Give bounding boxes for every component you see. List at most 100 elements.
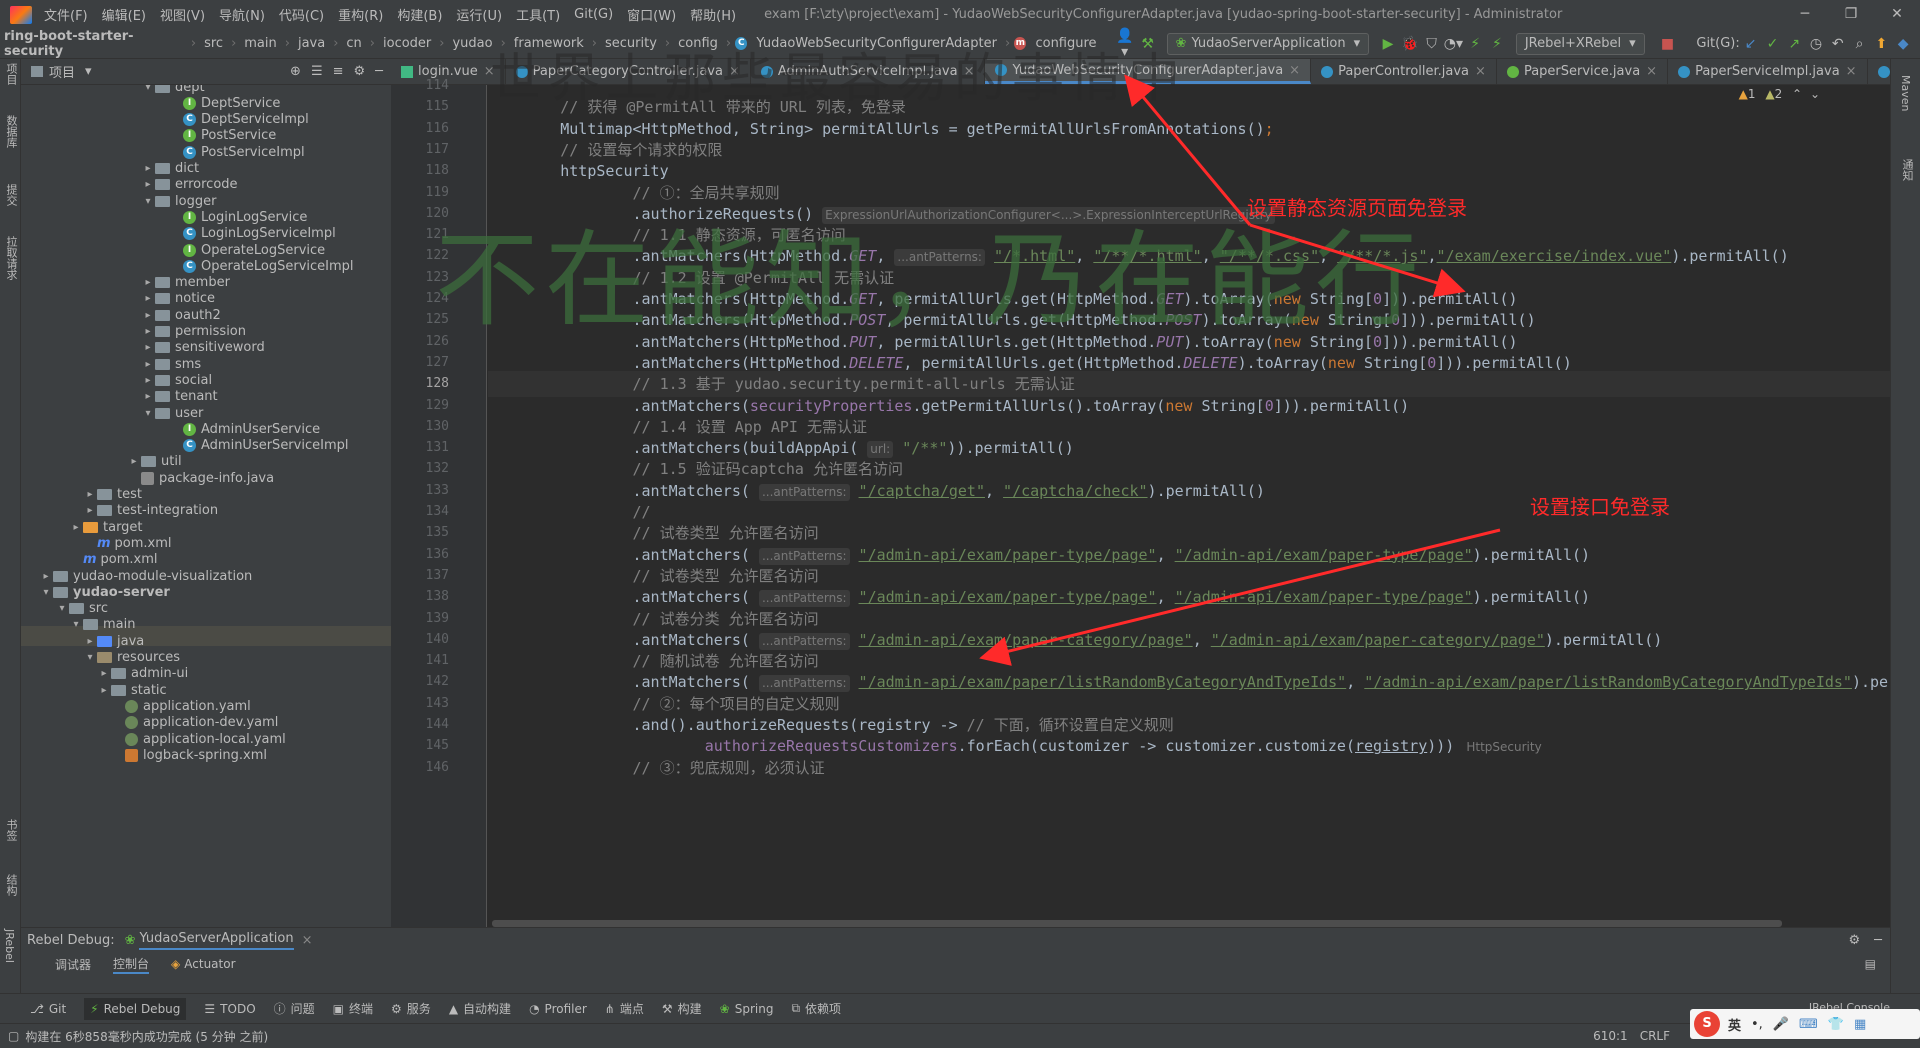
chevron-right-icon[interactable]: ▸ — [83, 636, 97, 647]
close-icon[interactable]: × — [1289, 63, 1300, 78]
expand-all-icon[interactable]: ≡ — [333, 64, 344, 79]
stop-icon[interactable]: ■ — [1657, 36, 1679, 52]
close-icon[interactable]: × — [1646, 64, 1657, 79]
chevron-right-icon[interactable]: ▸ — [141, 391, 155, 402]
tool-window-button[interactable]: ⋔ 端点 — [605, 1000, 644, 1017]
chevron-down-icon[interactable]: ▾ — [55, 603, 69, 614]
maven-tool-label[interactable]: Maven — [1899, 75, 1912, 111]
chevron-right-icon[interactable]: ▸ — [97, 668, 111, 679]
menu-item[interactable]: 视图(V) — [160, 5, 205, 24]
chevron-right-icon[interactable]: ▸ — [39, 571, 53, 582]
tool-window-button[interactable]: ⓘ 问题 — [274, 1000, 315, 1017]
chevron-right-icon[interactable]: ▸ — [141, 359, 155, 370]
punctuation-icon[interactable]: •, — [1751, 1017, 1763, 1032]
git-push-icon[interactable]: ↗ — [1783, 36, 1805, 52]
skin-icon[interactable]: 👕 — [1828, 1017, 1844, 1032]
hide-icon[interactable]: ─ — [1874, 933, 1882, 948]
run-config-selector[interactable]: ❀ YudaoServerApplication ▾ — [1166, 32, 1370, 55]
menu-item[interactable]: 运行(U) — [456, 5, 502, 24]
chevron-down-icon[interactable]: ▾ — [141, 196, 155, 207]
breadcrumb-item[interactable]: framework — [510, 36, 588, 51]
chevron-up-icon[interactable]: ⌃ — [1792, 87, 1802, 101]
chevron-right-icon[interactable]: ▸ — [83, 505, 97, 516]
chevron-right-icon[interactable]: ▸ — [141, 310, 155, 321]
close-icon[interactable]: ✕ — [1874, 0, 1920, 29]
maximize-icon[interactable]: ❐ — [1828, 0, 1874, 29]
collapse-all-icon[interactable]: ☰ — [311, 64, 323, 79]
tool-window-button[interactable]: ◔ Profiler — [529, 1002, 587, 1016]
jrebel-run-icon[interactable]: ⚡ — [1464, 36, 1486, 52]
tool-window-button[interactable]: ⚙ 服务 — [391, 1000, 431, 1017]
update-icon[interactable]: ⬆ — [1870, 36, 1892, 52]
close-icon[interactable]: × — [484, 64, 495, 79]
chevron-down-icon[interactable]: ▾ — [83, 652, 97, 663]
search-icon[interactable]: ⌕ — [1849, 36, 1871, 52]
breadcrumb-item[interactable]: iocoder — [379, 36, 435, 51]
tool-window-button[interactable]: ☰ TODO — [204, 1002, 255, 1016]
keyboard-icon[interactable]: ⌨ — [1799, 1017, 1818, 1032]
chevron-down-icon[interactable]: ▾ — [141, 85, 155, 93]
close-icon[interactable]: × — [1846, 64, 1857, 79]
menu-item[interactable]: 代码(C) — [279, 5, 324, 24]
user-icon[interactable]: 👤▾ — [1113, 28, 1137, 60]
menu-item[interactable]: 帮助(H) — [690, 5, 736, 24]
menu-item[interactable]: 文件(F) — [44, 5, 88, 24]
chevron-right-icon[interactable]: ▸ — [141, 375, 155, 386]
tool-window-button[interactable]: ⚒ 构建 — [662, 1000, 702, 1017]
breadcrumb-item[interactable]: config — [674, 36, 722, 51]
chevron-right-icon[interactable]: ▸ — [83, 489, 97, 500]
chevron-right-icon[interactable]: ▸ — [141, 326, 155, 337]
ime-mode[interactable]: 英 — [1728, 1015, 1741, 1034]
tree-item[interactable]: logback-spring.xml — [111, 745, 267, 765]
jrebel-tool-label[interactable]: JRebel — [3, 929, 16, 963]
status-message[interactable]: 构建在 6秒858毫秒内成功完成 (5 分钟 之前) — [25, 1028, 268, 1045]
tab-actuator[interactable]: Actuator — [184, 957, 235, 971]
database-tool-label[interactable]: 数据库 — [3, 115, 19, 148]
tool-window-button[interactable]: ▣ 终端 — [333, 1000, 373, 1017]
breadcrumb-item[interactable]: security — [601, 36, 661, 51]
layout-icon[interactable]: ▤ — [1865, 957, 1876, 971]
chevron-right-icon[interactable]: ▸ — [141, 277, 155, 288]
chevron-down-icon[interactable]: ▾ — [69, 619, 83, 630]
rollback-icon[interactable]: ↶ — [1827, 36, 1849, 52]
breadcrumb-item[interactable]: YudaoWebSecurityConfigurerAdapter — [752, 36, 1001, 51]
hammer-icon[interactable]: ⚒ — [1137, 36, 1159, 52]
editor-tab[interactable]: AdminAuthServiceImpl.java × — [751, 59, 986, 84]
gear-icon[interactable]: ⚙ — [1849, 933, 1861, 948]
git-update-icon[interactable]: ↙ — [1740, 36, 1762, 52]
menu-item[interactable]: 窗口(W) — [627, 5, 676, 24]
coverage-icon[interactable]: ⛉ — [1421, 36, 1443, 52]
inspection-widget[interactable]: ▲1 ▲2 ⌃ ⌄ — [1739, 87, 1820, 101]
gear-icon[interactable]: ⚙ — [354, 64, 366, 79]
debug-icon[interactable]: 🐞 — [1399, 36, 1421, 52]
tools-icon[interactable]: ▦ — [1854, 1017, 1866, 1032]
chevron-right-icon[interactable]: ▸ — [97, 685, 111, 696]
locate-icon[interactable]: ⊕ — [290, 64, 301, 79]
editor-tab[interactable]: PaperService.java × — [1497, 59, 1669, 84]
breadcrumb-item[interactable]: configure — [1031, 36, 1100, 51]
editor-tab[interactable]: YudaoWebSecurityConfigurerAdapter.java × — [985, 59, 1312, 84]
chevron-right-icon[interactable]: ▸ — [141, 179, 155, 190]
cursor-position[interactable]: 610:1 — [1593, 1029, 1628, 1043]
menu-item[interactable]: Git(G) — [574, 7, 613, 22]
commit-tool-label[interactable]: 提交 — [3, 184, 19, 206]
chevron-right-icon[interactable]: ▸ — [141, 342, 155, 353]
tree-item[interactable]: C AdminUserServiceImpl — [169, 436, 348, 456]
chevron-down-icon[interactable]: ▾ — [85, 64, 92, 79]
chevron-right-icon[interactable]: ▸ — [127, 456, 141, 467]
horizontal-scrollbar[interactable] — [492, 920, 1782, 927]
notifications-tool-label[interactable]: 通知 — [1899, 159, 1915, 181]
tab-debugger[interactable]: 调试器 — [55, 956, 91, 973]
menu-item[interactable]: 重构(R) — [338, 5, 383, 24]
jrebel-selector[interactable]: JRebel+XRebel ▾ — [1515, 32, 1645, 55]
close-icon[interactable]: × — [964, 64, 975, 79]
chevron-right-icon[interactable]: ▸ — [141, 293, 155, 304]
breadcrumb-item[interactable]: java — [294, 36, 329, 51]
project-tool-label[interactable]: 项目 — [3, 63, 19, 85]
tool-window-button[interactable]: ⧉ 依赖项 — [791, 1000, 841, 1017]
breadcrumb-item[interactable]: ring-boot-starter-security — [0, 29, 187, 59]
minimize-icon[interactable]: ─ — [1782, 0, 1828, 29]
breadcrumb-item[interactable]: yudao — [448, 36, 496, 51]
editor-tab[interactable]: PaperCategoryController.java × — [506, 59, 751, 84]
code-editor[interactable]: // 获得 @PermitAll 带来的 URL 列表，免登录 Multimap… — [488, 85, 1890, 927]
